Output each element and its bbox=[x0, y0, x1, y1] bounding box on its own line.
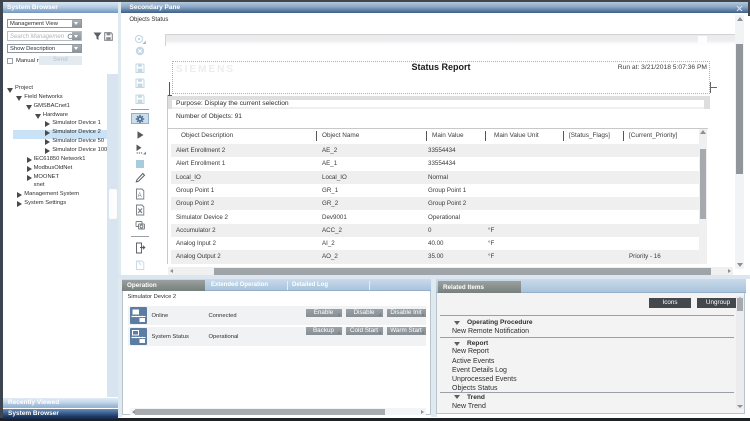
svg-text:A: A bbox=[138, 193, 142, 199]
